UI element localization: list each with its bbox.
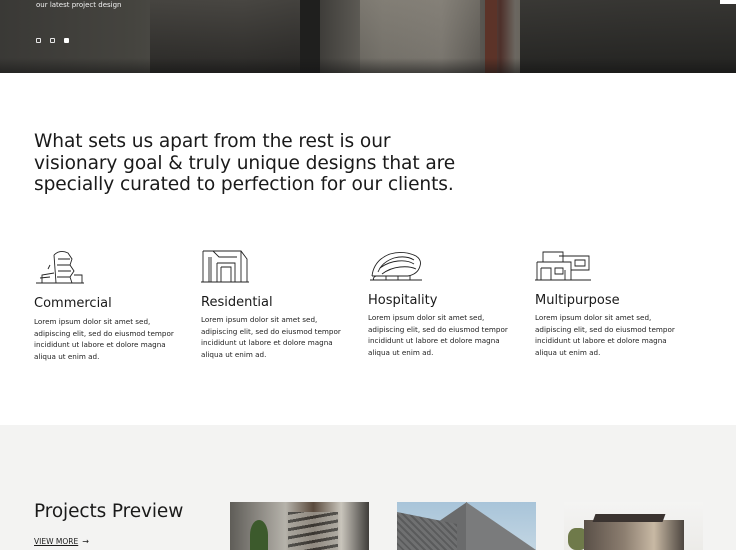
project-thumbnail-2[interactable]: [397, 502, 536, 550]
view-more-link[interactable]: VIEW MORE →: [34, 537, 89, 546]
slider-dot-1[interactable]: [36, 38, 41, 43]
project-thumbnail-house-roof: [592, 514, 666, 522]
hero-banner: our latest project design: [0, 0, 736, 73]
feature-title: Hospitality: [368, 293, 438, 308]
feature-description: Lorem ipsum dolor sit amet sed, adipisci…: [201, 315, 341, 359]
projects-title: Projects Preview: [34, 501, 184, 522]
commercial-building-icon: [36, 250, 84, 284]
feature-hospitality: Hospitality Lorem ipsum dolor sit amet s…: [368, 245, 518, 357]
intro-statement: What sets us apart from the rest is our …: [34, 131, 456, 195]
project-thumbnail-staircase: [288, 512, 338, 550]
project-thumbnail-3[interactable]: [564, 502, 703, 550]
feature-residential: Residential Lorem ipsum dolor sit amet s…: [201, 245, 351, 359]
residential-building-icon: [201, 250, 249, 283]
feature-description: Lorem ipsum dolor sit amet sed, adipisci…: [535, 313, 675, 357]
arrow-right-icon: →: [82, 537, 89, 546]
project-thumbnail-house: [584, 520, 684, 550]
multipurpose-building-icon: [535, 251, 591, 281]
hero-caption: our latest project design: [36, 1, 122, 9]
projects-section: Projects Preview VIEW MORE →: [0, 425, 736, 550]
project-thumbnail-roof-right: [466, 502, 536, 550]
feature-title: Multipurpose: [535, 293, 620, 308]
feature-title: Commercial: [34, 296, 112, 311]
hero-corner-button[interactable]: [720, 0, 736, 4]
hospitality-building-icon: [370, 251, 422, 281]
feature-title: Residential: [201, 295, 273, 310]
slider-dot-3[interactable]: [64, 38, 69, 43]
slider-dot-2[interactable]: [50, 38, 55, 43]
feature-description: Lorem ipsum dolor sit amet sed, adipisci…: [368, 313, 508, 357]
project-thumbnail-1[interactable]: [230, 502, 369, 550]
feature-description: Lorem ipsum dolor sit amet sed, adipisci…: [34, 317, 174, 361]
slider-dots: [36, 38, 69, 43]
hero-image-floor: [0, 58, 736, 73]
view-more-label: VIEW MORE: [34, 537, 79, 546]
feature-multipurpose: Multipurpose Lorem ipsum dolor sit amet …: [535, 245, 685, 357]
project-thumbnail-plant: [250, 520, 268, 550]
feature-commercial: Commercial Lorem ipsum dolor sit amet se…: [34, 245, 184, 361]
